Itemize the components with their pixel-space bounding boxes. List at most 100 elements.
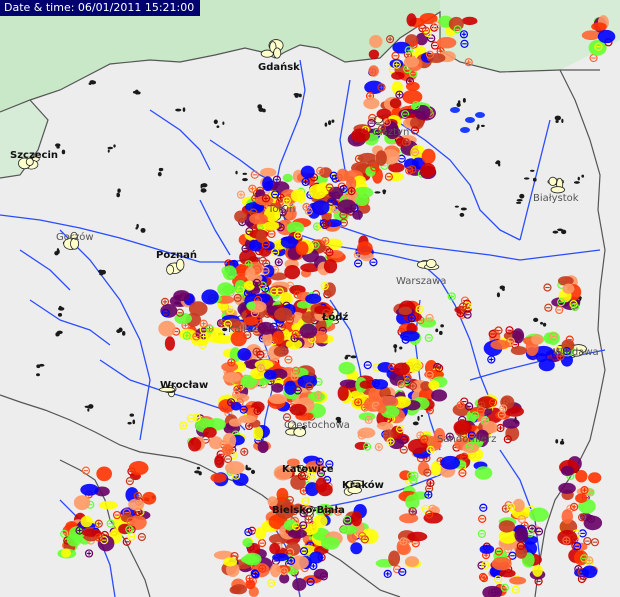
lake [222,327,228,332]
strike-cluster [272,553,289,562]
lake [345,354,351,357]
strike-cluster [128,461,149,476]
lake [555,119,559,123]
strike-cluster [398,306,413,316]
lake [122,331,126,336]
strike-cluster [80,515,93,528]
strike-cluster [253,426,264,441]
strike-cluster [382,428,394,443]
lake [552,230,559,234]
lake [532,177,537,182]
strike-cluster [414,105,431,120]
lake [242,172,248,175]
lake [216,125,220,129]
lake [460,207,467,211]
strike-cluster [400,330,420,342]
city-label: Częstochowa [284,420,350,431]
strike-cluster [270,563,281,578]
strike-cluster [350,542,363,555]
strike-cluster [243,552,262,566]
strike-cluster [257,440,269,454]
lake [499,285,506,290]
strike-cluster [188,437,202,452]
lake [533,317,539,323]
lake [117,188,121,193]
strike-cluster [588,472,602,484]
lake [555,439,559,444]
strike-cluster [272,330,285,345]
lake [250,469,256,475]
strike-cluster [359,380,373,389]
lake [394,347,397,353]
lake [182,107,186,112]
strike-cluster [201,289,219,305]
strike-cluster [531,334,544,345]
strike-cluster [372,379,389,390]
lake [61,149,66,155]
strike-cluster [581,565,598,579]
strike-cluster [284,264,301,280]
lake [196,466,201,470]
lake [135,227,138,230]
strike-cluster [428,380,440,390]
lake [475,112,485,118]
lake [374,191,381,194]
city-label: Warszawa [396,276,447,287]
strike-cluster [245,266,256,281]
strike-cluster [351,128,371,143]
lake [132,419,136,425]
lake [496,292,501,298]
strike-cluster [98,501,118,510]
strike-cluster [406,13,417,27]
city-label: Kalisz [228,324,257,335]
lake [412,421,419,426]
timestamp-bar: Date & time: 06/01/2011 15:21:00 [0,0,201,16]
strike-cluster [271,383,284,393]
strike-cluster [393,362,410,376]
strike-cluster [305,293,322,304]
strike-cluster [375,150,387,166]
strike-cluster [474,466,493,480]
city-label: Łódź [322,312,349,323]
lake [462,98,466,103]
lake [242,178,248,182]
strike-cluster [431,389,448,402]
strike-cluster [502,418,520,429]
lake [57,313,63,317]
lake [89,80,95,84]
strike-cluster [315,477,328,493]
strike-cluster [591,22,607,31]
strike-cluster [357,152,378,164]
timestamp-value: 06/01/2011 15:21:00 [77,1,195,14]
strike-cluster [262,176,274,192]
lake [129,413,135,417]
lake [175,108,179,112]
lake [107,149,110,153]
lake [460,127,470,133]
strike-cluster [575,470,588,483]
strike-cluster [532,564,543,577]
city-label: Wrocław [160,380,209,391]
lake [116,192,119,198]
strike-cluster [356,241,373,256]
strike-cluster [221,362,239,372]
lake [498,163,501,167]
strike-cluster [80,483,99,496]
city-area [550,186,565,194]
strike-cluster [491,556,512,571]
lake [116,329,121,334]
strike-cluster [430,461,441,477]
strike-cluster [158,320,176,337]
lake [435,328,439,333]
lake [477,124,480,129]
lake [262,108,266,113]
strike-cluster [368,65,379,77]
strike-cluster [242,538,253,548]
strike-cluster [290,189,306,202]
city-label: Gdańsk [258,62,300,73]
strike-cluster [60,548,72,558]
strike-cluster [142,491,157,505]
city-label: Sandomierz [437,434,497,445]
lake [516,198,523,202]
strike-cluster [376,421,394,430]
